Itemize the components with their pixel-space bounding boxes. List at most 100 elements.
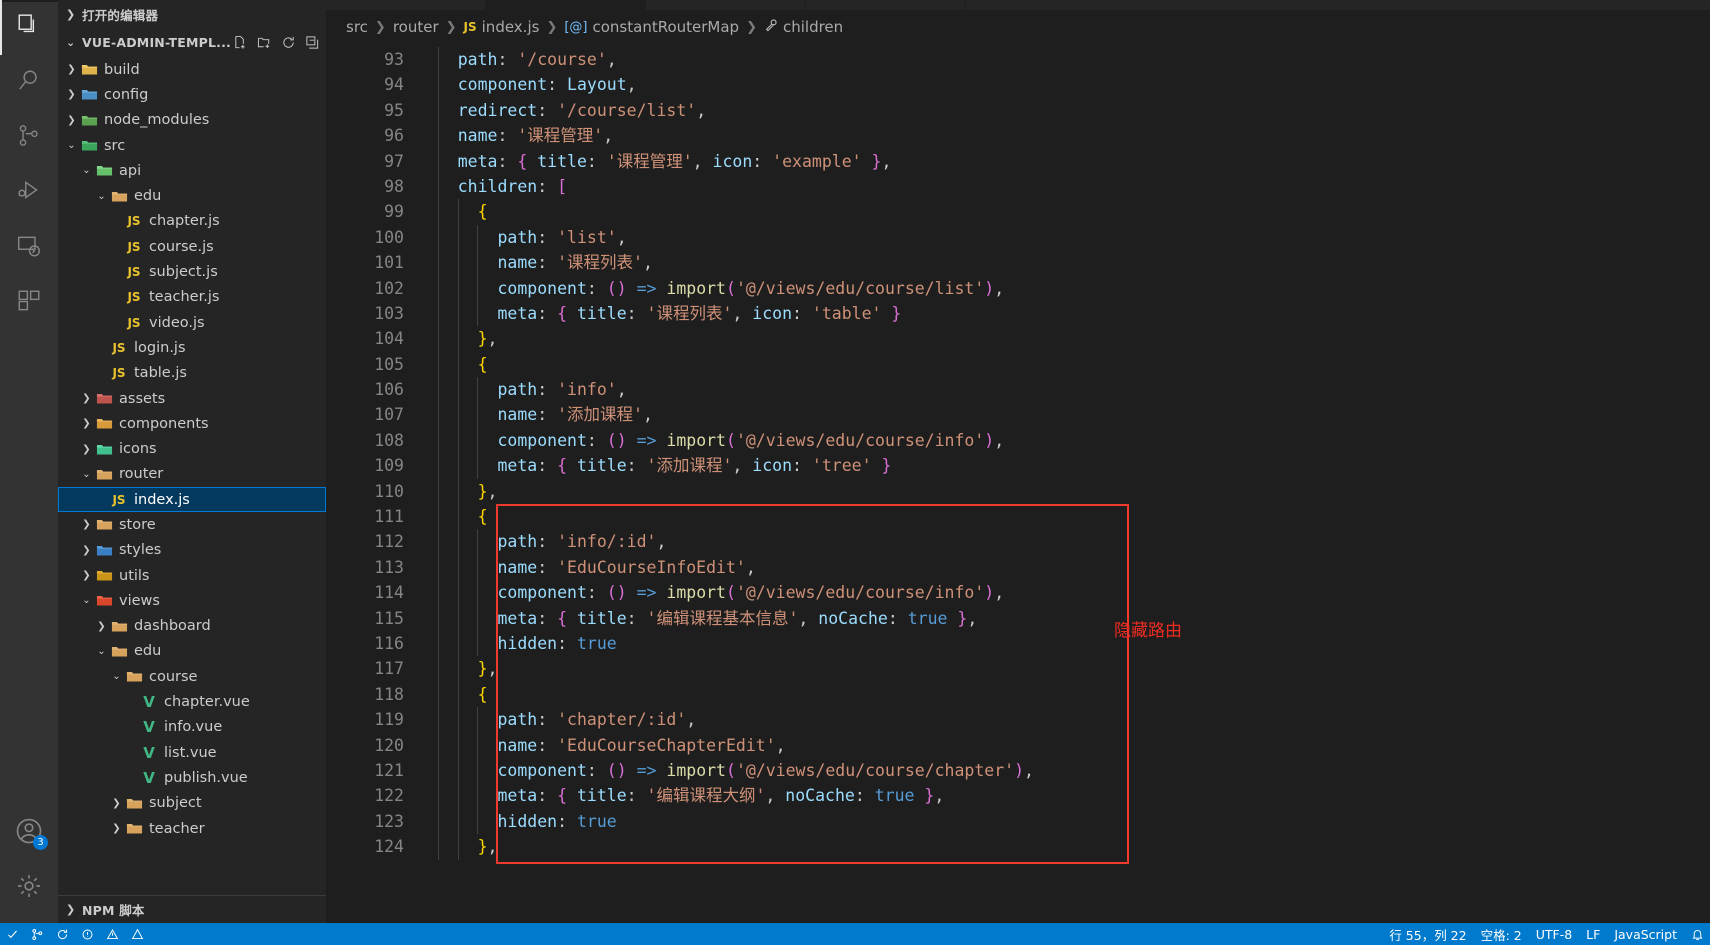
- breadcrumb[interactable]: src ❯ router ❯ JS index.js ❯ [@] constantRouterM…: [326, 10, 1710, 44]
- code-line[interactable]: {: [418, 681, 1710, 708]
- code-line[interactable]: hidden: true: [418, 630, 1710, 657]
- tree-file-subject.js[interactable]: JS subject.js: [58, 259, 326, 284]
- code-line[interactable]: hidden: true: [418, 808, 1710, 835]
- code-line[interactable]: name: 'EduCourseInfoEdit',: [418, 554, 1710, 581]
- tree-folder-edu[interactable]: ⌄ edu: [58, 639, 326, 664]
- tree-folder-src[interactable]: ⌄ src: [58, 133, 326, 158]
- collapse-all-icon[interactable]: [305, 35, 320, 50]
- code-line[interactable]: {: [418, 351, 1710, 378]
- code-line[interactable]: name: '添加课程',: [418, 402, 1710, 428]
- code-line[interactable]: path: 'info/:id',: [418, 529, 1710, 555]
- tree-folder-views[interactable]: ⌄ views: [58, 588, 326, 613]
- status-remote-icon[interactable]: [6, 928, 19, 941]
- code-line[interactable]: path: 'info',: [418, 377, 1710, 403]
- tree-folder-config[interactable]: ❯ config: [58, 82, 326, 107]
- activity-item-remote-explorer[interactable]: [0, 220, 58, 275]
- status-errors[interactable]: [81, 928, 94, 941]
- tree-folder-dashboard[interactable]: ❯ dashboard: [58, 614, 326, 639]
- tree-folder-utils[interactable]: ❯ utils: [58, 563, 326, 588]
- code-line[interactable]: children: [: [418, 173, 1710, 200]
- breadcrumb-item-index.js[interactable]: JS index.js: [464, 18, 540, 36]
- code-line[interactable]: meta: { title: '编辑课程基本信息', noCache: true…: [418, 605, 1710, 631]
- code-line[interactable]: path: '/course',: [418, 47, 1710, 73]
- tree-file-info.vue[interactable]: Vinfo.vue: [58, 715, 326, 740]
- tree-file-chapter.vue[interactable]: Vchapter.vue: [58, 689, 326, 714]
- tree-folder-styles[interactable]: ❯ styles: [58, 538, 326, 563]
- status-eol[interactable]: LF: [1586, 927, 1600, 942]
- code-line[interactable]: redirect: '/course/list',: [418, 97, 1710, 124]
- activity-item-extensions[interactable]: [0, 275, 58, 330]
- tree-folder-icons[interactable]: ❯ icons: [58, 436, 326, 461]
- tree-folder-course[interactable]: ⌄ course: [58, 664, 326, 689]
- code-line[interactable]: component: () => import('@/views/edu/cou…: [418, 275, 1710, 301]
- npm-scripts-header[interactable]: ❯ NPM 脚本: [58, 895, 326, 923]
- status-language-mode[interactable]: JavaScript: [1614, 927, 1677, 942]
- status-warnings[interactable]: [106, 928, 119, 941]
- tree-folder-edu[interactable]: ⌄ edu: [58, 183, 326, 208]
- activity-item-source-control[interactable]: [0, 110, 58, 165]
- code-line[interactable]: {: [418, 199, 1710, 225]
- breadcrumb-item-constantRouterMap[interactable]: [@] constantRouterMap: [564, 18, 739, 36]
- new-file-icon[interactable]: [233, 35, 248, 50]
- project-header[interactable]: ⌄ VUE-ADMIN-TEMPL...: [58, 28, 326, 56]
- tree-file-teacher.js[interactable]: JS teacher.js: [58, 285, 326, 310]
- activity-item-run-and-debug[interactable]: [0, 165, 58, 220]
- tree-file-index.js[interactable]: JS index.js: [58, 487, 326, 513]
- breadcrumb-item-router[interactable]: router: [393, 18, 439, 36]
- tab-index-js[interactable]: [486, 0, 646, 10]
- code-line[interactable]: meta: { title: '编辑课程大纲', noCache: true }…: [418, 783, 1710, 809]
- breadcrumb-item-children[interactable]: children: [764, 18, 843, 36]
- tree-file-chapter.js[interactable]: JS chapter.js: [58, 209, 326, 234]
- tree-file-publish.vue[interactable]: Vpublish.vue: [58, 765, 326, 790]
- code-line[interactable]: name: '课程管理',: [418, 123, 1710, 149]
- tree-folder-node_modules[interactable]: ❯ node_modules: [58, 108, 326, 133]
- status-git-branch[interactable]: [31, 928, 44, 941]
- activity-item-accounts[interactable]: 3: [0, 805, 58, 860]
- tree-file-list.vue[interactable]: Vlist.vue: [58, 740, 326, 765]
- code-line[interactable]: {: [418, 504, 1710, 530]
- code-line[interactable]: },: [418, 326, 1710, 352]
- tree-folder-router[interactable]: ⌄ router: [58, 462, 326, 487]
- code-line[interactable]: },: [418, 834, 1710, 860]
- file-tree[interactable]: ❯ build ❯ config ❯ node_modules ⌄ src ⌄ api ⌄ edu J…: [58, 56, 326, 895]
- activity-item-search[interactable]: [0, 55, 58, 110]
- tree-file-video.js[interactable]: JS video.js: [58, 310, 326, 335]
- open-editors-header[interactable]: ❯ 打开的编辑器: [58, 0, 326, 28]
- status-live-share[interactable]: [131, 928, 144, 941]
- tree-file-course.js[interactable]: JS course.js: [58, 234, 326, 259]
- breadcrumb-item-src[interactable]: src: [346, 18, 368, 36]
- tree-folder-api[interactable]: ⌄ api: [58, 158, 326, 183]
- code-line[interactable]: name: 'EduCourseChapterEdit',: [418, 732, 1710, 758]
- new-folder-icon[interactable]: [257, 35, 272, 50]
- activity-item-settings[interactable]: [0, 860, 58, 915]
- code-line[interactable]: path: 'chapter/:id',: [418, 707, 1710, 733]
- status-sync[interactable]: [56, 928, 69, 941]
- code-line[interactable]: component: () => import('@/views/edu/cou…: [418, 427, 1710, 454]
- code-line[interactable]: meta: { title: '课程列表', icon: 'table' }: [418, 300, 1710, 327]
- code-line[interactable]: component: () => import('@/views/edu/cou…: [418, 580, 1710, 606]
- tree-file-table.js[interactable]: JS table.js: [58, 361, 326, 386]
- tree-folder-assets[interactable]: ❯ assets: [58, 386, 326, 411]
- code-editor[interactable]: 93 94 95 96 97 98 99 100 101 102 103 104 105 106 107 10…: [326, 44, 1710, 923]
- code-content[interactable]: path: '/course', component: Layout, redi…: [418, 44, 1710, 923]
- tree-folder-store[interactable]: ❯ store: [58, 512, 326, 537]
- code-line[interactable]: meta: { title: '课程管理', icon: 'example' }…: [418, 148, 1710, 174]
- status-indentation[interactable]: 空格: 2: [1481, 925, 1522, 944]
- code-line[interactable]: path: 'list',: [418, 224, 1710, 251]
- refresh-icon[interactable]: [281, 35, 296, 50]
- tree-folder-subject[interactable]: ❯ subject: [58, 791, 326, 816]
- status-cursor-position[interactable]: 行 55，列 22: [1389, 925, 1466, 944]
- code-line[interactable]: name: '课程列表',: [418, 250, 1710, 276]
- status-encoding[interactable]: UTF-8: [1536, 927, 1572, 942]
- tree-folder-components[interactable]: ❯ components: [58, 411, 326, 436]
- code-line[interactable]: },: [418, 478, 1710, 505]
- notifications-bell-icon[interactable]: [1691, 928, 1704, 941]
- code-line[interactable]: meta: { title: '添加课程', icon: 'tree' }: [418, 453, 1710, 479]
- tree-file-login.js[interactable]: JS login.js: [58, 335, 326, 360]
- tree-folder-build[interactable]: ❯ build: [58, 57, 326, 82]
- tree-folder-teacher[interactable]: ❯ teacher: [58, 816, 326, 841]
- activity-item-explorer[interactable]: [0, 0, 58, 55]
- code-line[interactable]: },: [418, 656, 1710, 682]
- code-line[interactable]: component: () => import('@/views/edu/cou…: [418, 757, 1710, 784]
- code-line[interactable]: component: Layout,: [418, 72, 1710, 98]
